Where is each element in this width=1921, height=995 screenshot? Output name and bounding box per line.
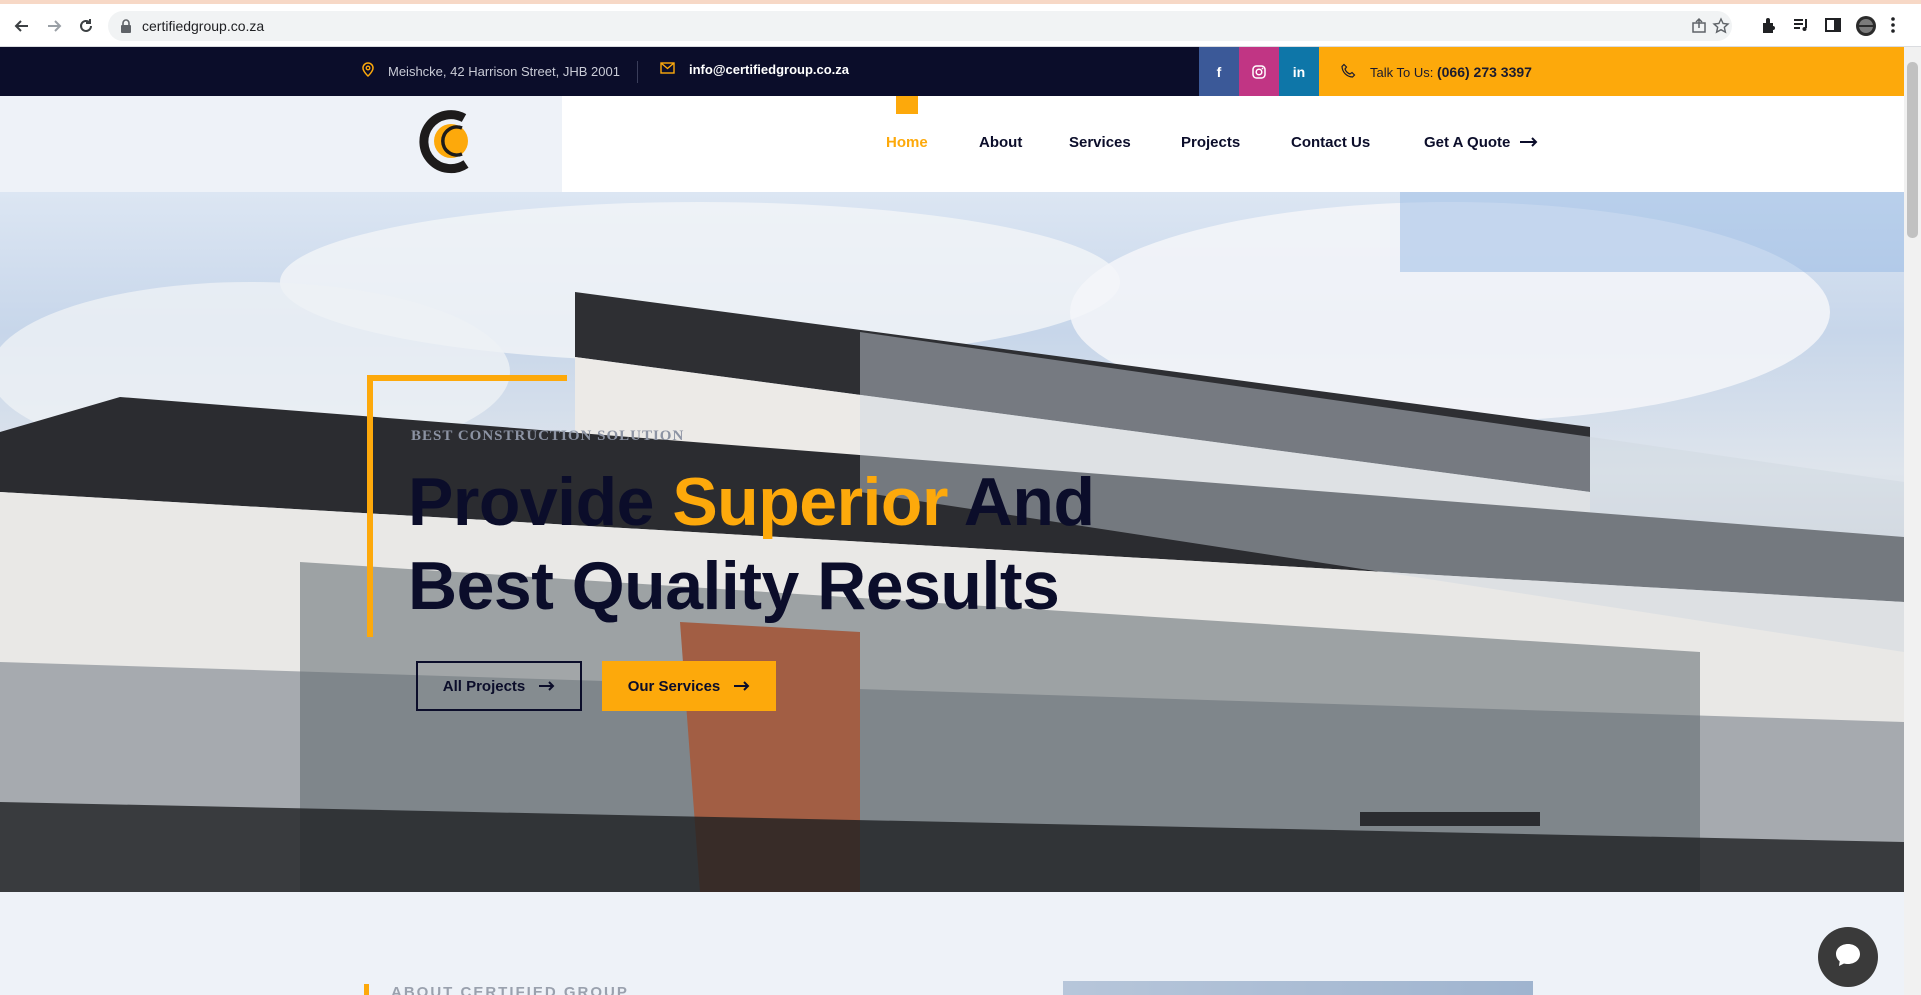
share-icon[interactable]: [1690, 17, 1708, 35]
extensions-icon[interactable]: [1760, 16, 1780, 36]
all-projects-label: All Projects: [442, 677, 526, 695]
hero-frame-accent-top: [367, 375, 567, 381]
all-projects-button[interactable]: All Projects: [416, 661, 582, 711]
map-pin-icon: [362, 62, 374, 80]
hero-frame-accent: [367, 375, 373, 637]
nav-home[interactable]: Home: [886, 134, 928, 151]
arrow-right-icon: [539, 678, 555, 695]
back-icon[interactable]: [10, 14, 34, 38]
phone-box[interactable]: Talk To Us: (066) 273 3397: [1319, 47, 1904, 96]
our-services-button[interactable]: Our Services: [602, 661, 776, 711]
arrow-right-icon: [1520, 134, 1538, 151]
email-link[interactable]: info@certifiedgroup.co.za: [689, 62, 849, 77]
hero-title-part2: And: [947, 464, 1095, 540]
get-quote-label: Get A Quote: [1424, 134, 1511, 151]
facebook-icon[interactable]: f: [1199, 47, 1239, 96]
lock-icon: [120, 19, 132, 38]
nav-about[interactable]: About: [979, 134, 1022, 151]
phone-prefix: Talk To Us:: [1370, 64, 1434, 80]
divider: [637, 61, 638, 83]
forward-icon[interactable]: [42, 14, 66, 38]
hero-kicker: BEST CONSTRUCTION SOLUTION: [411, 428, 685, 444]
reload-icon[interactable]: [74, 14, 98, 38]
address-info: Meishcke, 42 Harrison Street, JHB 2001: [362, 62, 620, 80]
profile-avatar[interactable]: [1855, 15, 1877, 37]
address-text: Meishcke, 42 Harrison Street, JHB 2001: [388, 63, 620, 79]
url-text: certifiedgroup.co.za: [142, 18, 265, 34]
browser-toolbar: certifiedgroup.co.za: [0, 4, 1921, 47]
top-info-bar: Meishcke, 42 Harrison Street, JHB 2001 i…: [0, 47, 1904, 96]
scrollbar-thumb[interactable]: [1907, 62, 1918, 238]
site-header: Home About Services Projects Contact Us …: [0, 96, 1904, 192]
get-quote-link[interactable]: Get A Quote: [1424, 134, 1538, 151]
about-image: [1063, 981, 1533, 995]
site-logo[interactable]: [418, 108, 480, 174]
linkedin-icon[interactable]: in: [1279, 47, 1319, 96]
mail-icon: [660, 62, 675, 77]
email-info[interactable]: info@certifiedgroup.co.za: [660, 62, 849, 77]
hero-title-part1: Provide: [408, 464, 673, 540]
chat-bubble-icon: [1834, 942, 1862, 973]
browser-menu-icon[interactable]: [1890, 16, 1910, 36]
nav-projects[interactable]: Projects: [1181, 134, 1240, 151]
active-nav-indicator: [896, 96, 918, 114]
phone-icon: [1341, 63, 1356, 81]
hero-title-line2: Best Quality Results: [408, 548, 1060, 624]
nav-contact[interactable]: Contact Us: [1291, 134, 1370, 151]
arrow-right-icon: [734, 678, 750, 695]
phone-number[interactable]: (066) 273 3397: [1437, 64, 1532, 80]
bookmark-star-icon[interactable]: [1712, 17, 1730, 35]
media-control-icon[interactable]: [1792, 16, 1812, 36]
chat-widget-button[interactable]: [1818, 927, 1878, 987]
logo-area: [0, 96, 562, 192]
nav-services[interactable]: Services: [1069, 134, 1131, 151]
about-accent-bar: [364, 984, 369, 995]
hero-section: BEST CONSTRUCTION SOLUTION Provide Super…: [0, 192, 1904, 892]
hero-title: Provide Superior And Best Quality Result…: [408, 460, 1095, 628]
address-bar[interactable]: certifiedgroup.co.za: [108, 11, 1732, 41]
side-panel-icon[interactable]: [1824, 16, 1844, 36]
about-label: ABOUT CERTIFIED GROUP: [391, 984, 629, 995]
our-services-label: Our Services: [627, 677, 721, 695]
hero-title-highlight: Superior: [672, 464, 948, 540]
instagram-icon[interactable]: [1239, 47, 1279, 96]
about-section: ABOUT CERTIFIED GROUP: [0, 892, 1904, 995]
